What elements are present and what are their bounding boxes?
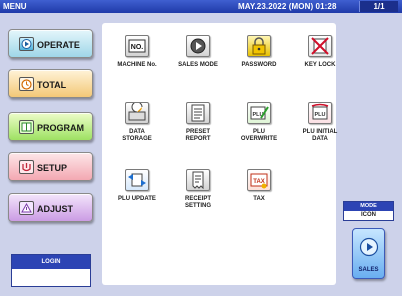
password-tile[interactable]: PASSWORD: [229, 35, 289, 81]
title-bar: MENU MAY.23.2022 (MON) 01:28 1/1: [0, 0, 402, 13]
total-icon: [19, 77, 34, 91]
total-label: TOTAL: [37, 80, 67, 90]
plu-initial-data-label: PLU INITIAL DATA: [302, 129, 338, 142]
adjust-label: ADJUST: [37, 204, 74, 214]
sales-button[interactable]: SALES: [352, 228, 385, 279]
program-icon: [19, 120, 34, 134]
plu-overwrite-label: PLU OVERWRITE: [240, 129, 278, 142]
receipt-setting-tile[interactable]: RECEIPT SETTING: [168, 169, 228, 215]
login-box[interactable]: LOGIN: [11, 254, 91, 287]
setup-icon: [19, 160, 34, 174]
machine-number-icon: NO.: [125, 35, 149, 57]
svg-text:NO.: NO.: [131, 44, 144, 51]
mode-indicator: MODE ICON: [343, 201, 394, 221]
setup-button[interactable]: SETUP: [8, 152, 93, 181]
menu-title: MENU: [3, 2, 27, 11]
login-label: LOGIN: [12, 255, 90, 269]
total-button[interactable]: TOTAL: [8, 69, 93, 98]
sales-label: SALES: [358, 267, 379, 273]
sales-mode-tile[interactable]: SALES MODE: [168, 35, 228, 81]
machine-number-tile[interactable]: NO. MACHINE No.: [107, 35, 167, 81]
mode-label: MODE: [344, 202, 393, 211]
plu-overwrite-icon: PLU: [247, 102, 271, 124]
setup-label: SETUP: [37, 163, 68, 173]
program-button[interactable]: PROGRAM: [8, 112, 93, 141]
adjust-button[interactable]: ADJUST: [8, 193, 93, 222]
key-lock-icon: [308, 35, 332, 57]
operate-button[interactable]: OPERATE: [8, 29, 93, 58]
key-lock-label: KEY LOCK: [304, 62, 336, 68]
operate-icon: [19, 37, 34, 51]
plu-update-icon: [125, 169, 149, 191]
receipt-setting-icon: [186, 169, 210, 191]
sales-play-icon: [359, 237, 379, 257]
plu-update-tile[interactable]: PLU UPDATE: [107, 169, 167, 215]
program-label: PROGRAM: [37, 123, 84, 133]
password-label: PASSWORD: [241, 62, 277, 68]
mode-value: ICON: [361, 212, 376, 218]
data-storage-tile[interactable]: DATA STORAGE: [107, 101, 167, 148]
adjust-icon: [19, 201, 34, 215]
menu-icon-panel: NO. MACHINE No. SALES MODE PASSWORD KEY …: [102, 23, 337, 285]
svg-text:PLU: PLU: [315, 112, 326, 118]
operate-label: OPERATE: [37, 40, 80, 50]
tax-tile[interactable]: TAX TAX: [229, 169, 289, 215]
date-time: MAY.23.2022 (MON) 01:28: [238, 2, 337, 11]
plu-initial-data-tile[interactable]: PLU PLU INITIAL DATA: [290, 102, 350, 148]
sales-mode-icon: [186, 35, 210, 57]
receipt-setting-label: RECEIPT SETTING: [184, 196, 211, 209]
login-value[interactable]: [12, 269, 90, 286]
preset-report-tile[interactable]: PRESET REPORT: [168, 102, 228, 148]
plu-update-label: PLU UPDATE: [118, 196, 156, 202]
tax-icon: TAX: [247, 169, 271, 191]
plu-overwrite-tile[interactable]: PLU PLU OVERWRITE: [229, 102, 289, 148]
page-indicator: 1/1: [359, 1, 398, 12]
data-storage-icon: [125, 101, 149, 124]
tax-label: TAX: [253, 196, 265, 202]
machine-number-label: MACHINE No.: [117, 62, 157, 68]
preset-report-icon: [186, 102, 210, 124]
data-storage-label: DATA STORAGE: [122, 129, 152, 142]
sales-mode-label: SALES MODE: [178, 62, 218, 68]
plu-initial-data-icon: PLU: [308, 102, 332, 124]
key-lock-tile[interactable]: KEY LOCK: [290, 35, 350, 81]
preset-report-label: PRESET REPORT: [185, 129, 211, 142]
padlock-icon: [247, 35, 271, 57]
